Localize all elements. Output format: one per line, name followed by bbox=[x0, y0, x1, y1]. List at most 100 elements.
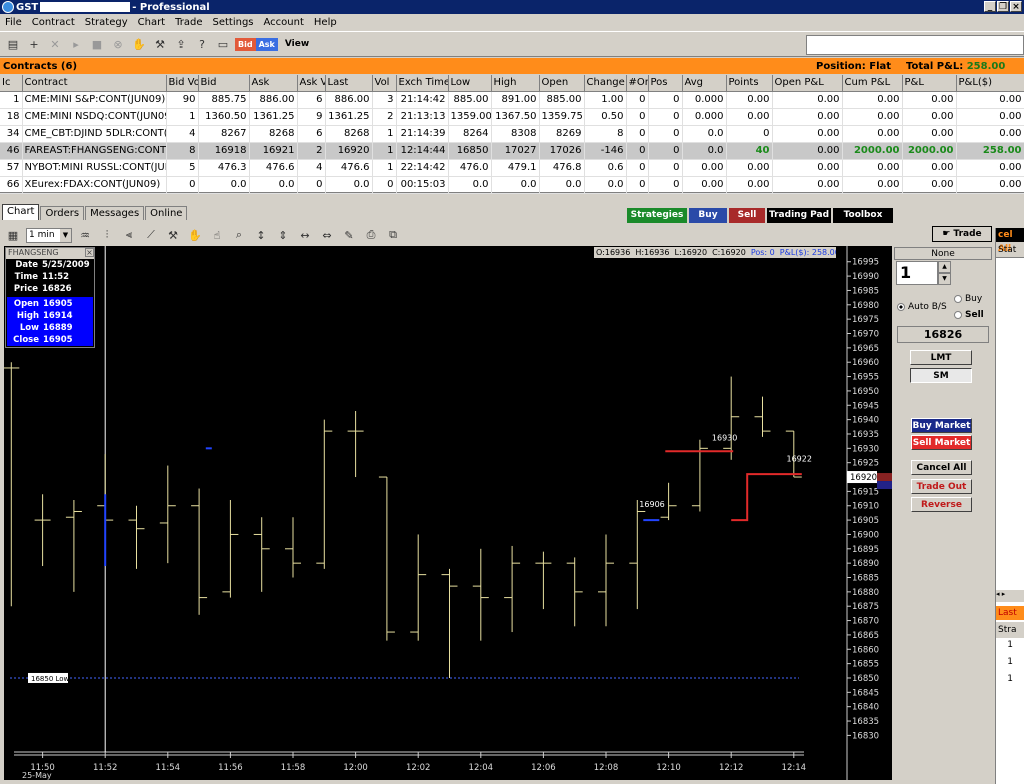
tools-icon[interactable]: ⚒ bbox=[151, 35, 169, 53]
view-button[interactable]: View bbox=[285, 39, 309, 49]
trade-button[interactable]: ☛ Trade bbox=[932, 226, 992, 242]
table-row[interactable]: 46 FAREAST:FHANGSENG:CONT(M 8 16918 16921 2 16… bbox=[0, 142, 1024, 160]
right-cancel-all[interactable]: cel All bbox=[996, 228, 1024, 254]
horizontal-shrink-icon[interactable]: ⇔ bbox=[318, 226, 336, 244]
interval-select[interactable]: 1 min ▼ bbox=[26, 227, 72, 243]
column-header[interactable]: Ask V bbox=[297, 75, 326, 92]
chart-settings-icon[interactable]: ⚒ bbox=[164, 226, 182, 244]
auto-bs-radio[interactable]: Auto B/S bbox=[897, 302, 947, 312]
tab-chart[interactable]: Chart bbox=[2, 204, 40, 220]
toolbox-button[interactable]: Toolbox bbox=[833, 208, 893, 223]
remove-icon[interactable]: ✕ bbox=[46, 35, 64, 53]
close-info-icon[interactable]: × bbox=[85, 248, 94, 257]
quantity-input[interactable]: 1 bbox=[896, 261, 938, 285]
column-header[interactable]: Cum P&L bbox=[842, 75, 903, 92]
column-header[interactable]: Open bbox=[539, 75, 585, 92]
play-icon[interactable]: ▸ bbox=[67, 35, 85, 53]
hand-zoom-icon[interactable]: ☝ bbox=[208, 226, 226, 244]
toolbar-input[interactable] bbox=[806, 35, 1024, 55]
copy-icon[interactable]: ⧉ bbox=[384, 226, 402, 244]
column-header[interactable]: Avg bbox=[682, 75, 727, 92]
table-row[interactable]: 18 CME:MINI NSDQ:CONT(JUN09) 1 1360.50 1361.… bbox=[0, 108, 1024, 126]
stop-icon[interactable]: ■ bbox=[88, 35, 106, 53]
minimize-icon[interactable]: _ bbox=[984, 1, 996, 12]
table-row[interactable]: 1 CME:MINI S&P:CONT(JUN09) 90 885.75 886.00 6… bbox=[0, 91, 1024, 109]
reverse-button[interactable]: Reverse bbox=[911, 497, 972, 512]
menu-settings[interactable]: Settings bbox=[208, 17, 259, 28]
sell-button[interactable]: Sell bbox=[729, 208, 765, 223]
table-row[interactable]: 34 CME_CBT:DJIND 5DLR:CONT(JU 4 8267 8268 6 82… bbox=[0, 125, 1024, 143]
column-header[interactable]: Vol bbox=[372, 75, 397, 92]
column-header[interactable]: Exch Time bbox=[396, 75, 449, 92]
column-header[interactable]: Pos bbox=[648, 75, 683, 92]
table-cell: 0.00 bbox=[842, 176, 903, 194]
column-header[interactable]: High bbox=[491, 75, 540, 92]
account-select[interactable]: None bbox=[894, 247, 992, 260]
menu-trade[interactable]: Trade bbox=[170, 17, 207, 28]
zoom-icon[interactable]: ⌕ bbox=[230, 226, 248, 244]
menu-account[interactable]: Account bbox=[259, 17, 309, 28]
price-chart[interactable]: 16995 16990 16985 16980 16975 16970 16965 16960… bbox=[3, 246, 892, 780]
horizontal-expand-icon[interactable]: ↔ bbox=[296, 226, 314, 244]
table-row[interactable]: 66 XEurex:FDAX:CONT(JUN09) 0 0.0 0.0 0 0.0 0 00:… bbox=[0, 176, 1024, 194]
menu-chart[interactable]: Chart bbox=[133, 17, 170, 28]
buy-button[interactable]: Buy bbox=[689, 208, 727, 223]
quantity-stepper[interactable]: ▲ ▼ bbox=[938, 261, 951, 285]
down-icon[interactable]: ▼ bbox=[938, 273, 951, 285]
lmt-button[interactable]: LMT bbox=[910, 350, 972, 365]
column-header[interactable]: P&L($) bbox=[956, 75, 1024, 92]
tab-orders[interactable]: Orders bbox=[40, 206, 85, 220]
column-header[interactable]: Open P&L bbox=[772, 75, 843, 92]
draw-line-icon[interactable]: ⟋ bbox=[142, 226, 160, 244]
column-header[interactable]: P&L bbox=[902, 75, 957, 92]
add-icon[interactable]: + bbox=[25, 35, 43, 53]
column-header[interactable]: Low bbox=[448, 75, 492, 92]
cancel-all-button[interactable]: Cancel All bbox=[911, 460, 972, 475]
column-header[interactable]: Bid Vo bbox=[166, 75, 199, 92]
bid-ask-toggle[interactable]: Bid Ask bbox=[235, 37, 278, 51]
candle-chart-icon[interactable]: ⫷ bbox=[120, 226, 138, 244]
bar-chart-icon[interactable]: ⫶ bbox=[98, 226, 116, 244]
tab-messages[interactable]: Messages bbox=[85, 206, 145, 220]
sm-button[interactable]: SM bbox=[910, 368, 972, 383]
cancel-icon[interactable]: ⊗ bbox=[109, 35, 127, 53]
help-icon[interactable]: ? bbox=[193, 35, 211, 53]
table-row[interactable]: 57 NYBOT:MINI RUSSL:CONT(JUNI 5 476.3 476.6 4… bbox=[0, 159, 1024, 177]
notes-icon[interactable]: ✎ bbox=[340, 226, 358, 244]
menu-help[interactable]: Help bbox=[309, 17, 342, 28]
order-price[interactable]: 16826 bbox=[897, 326, 989, 343]
vertical-expand-icon[interactable]: ↕ bbox=[252, 226, 270, 244]
buy-market-button[interactable]: Buy Market bbox=[911, 418, 972, 433]
column-header[interactable]: Bid bbox=[198, 75, 250, 92]
close-icon[interactable]: × bbox=[1010, 1, 1022, 12]
right-scroll-icon[interactable]: ◂ ▸ bbox=[996, 590, 1024, 602]
column-header[interactable]: Points bbox=[726, 75, 773, 92]
restore-icon[interactable]: ❐ bbox=[997, 1, 1009, 12]
print-icon[interactable]: ⎙ bbox=[362, 226, 380, 244]
window-icon[interactable]: ▭ bbox=[214, 35, 232, 53]
export-icon[interactable]: ⇪ bbox=[172, 35, 190, 53]
column-header[interactable]: Last bbox=[325, 75, 373, 92]
trade-out-button[interactable]: Trade Out bbox=[911, 479, 972, 494]
new-icon[interactable]: ▤ bbox=[4, 35, 22, 53]
menu-contract[interactable]: Contract bbox=[27, 17, 80, 28]
tab-online[interactable]: Online bbox=[145, 206, 188, 220]
vertical-shrink-icon[interactable]: ⇕ bbox=[274, 226, 292, 244]
up-icon[interactable]: ▲ bbox=[938, 261, 951, 273]
column-header[interactable]: Ask bbox=[249, 75, 298, 92]
calendar-icon[interactable]: ▦ bbox=[4, 226, 22, 244]
sell-radio[interactable]: Sell bbox=[954, 310, 984, 320]
column-header[interactable]: Change bbox=[584, 75, 627, 92]
menu-strategy[interactable]: Strategy bbox=[80, 17, 133, 28]
pan-hand-icon[interactable]: ✋ bbox=[186, 226, 204, 244]
trading-pad-button[interactable]: Trading Pad bbox=[767, 208, 831, 223]
column-header[interactable]: Ic bbox=[0, 75, 23, 92]
hand-icon[interactable]: ✋ bbox=[130, 35, 148, 53]
indicator-icon[interactable]: ♒ bbox=[76, 226, 94, 244]
column-header[interactable]: #On bbox=[626, 75, 649, 92]
buy-radio[interactable]: Buy bbox=[954, 294, 982, 304]
sell-market-button[interactable]: Sell Market bbox=[911, 435, 972, 450]
strategies-button[interactable]: Strategies bbox=[627, 208, 687, 223]
column-header[interactable]: Contract bbox=[22, 75, 167, 92]
menu-file[interactable]: File bbox=[0, 17, 27, 28]
